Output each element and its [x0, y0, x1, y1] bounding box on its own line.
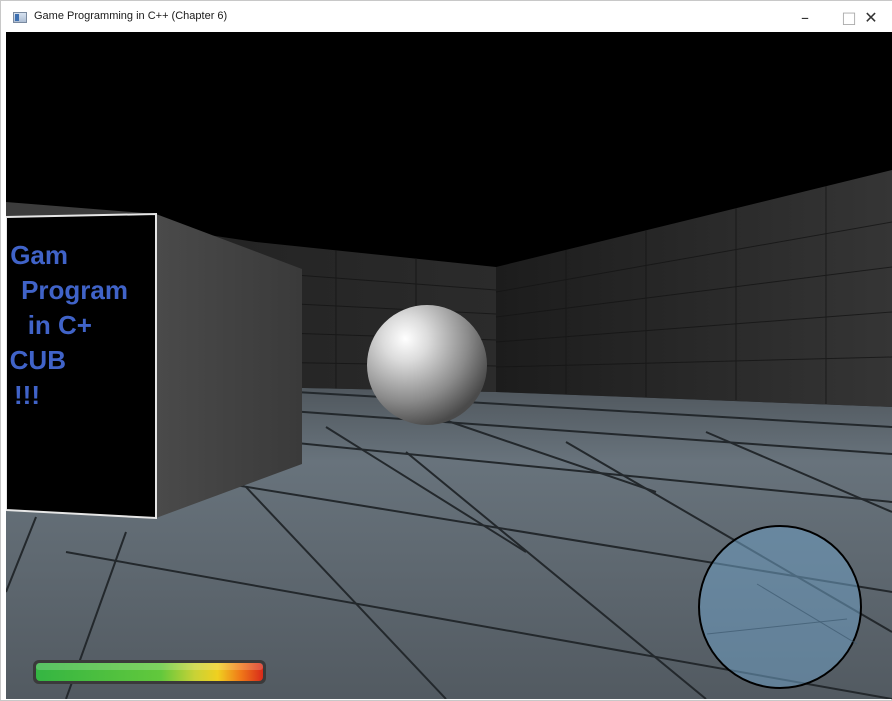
health-bar: [33, 660, 266, 684]
app-icon: [13, 12, 27, 23]
cube-label-line-3: in C+: [28, 310, 92, 340]
cube-label-line-2: Program: [21, 275, 128, 305]
close-button[interactable]: ✕: [849, 1, 892, 33]
minimize-icon: –: [801, 7, 809, 27]
radar: [697, 524, 863, 690]
window-title: Game Programming in C++ (Chapter 6): [34, 10, 228, 22]
cube-label-line-4: CUB: [10, 345, 66, 375]
right-wall: [496, 170, 892, 407]
sphere: [367, 305, 487, 425]
game-viewport[interactable]: Gam Program in C+ CUB !!!: [6, 32, 892, 699]
cube-label-line-1: Gam: [10, 240, 68, 270]
cube-label-line-5: !!!: [14, 380, 40, 410]
minimize-button[interactable]: –: [783, 1, 827, 33]
title-bar[interactable]: Game Programming in C++ (Chapter 6) – □ …: [1, 1, 892, 33]
close-icon: ✕: [864, 7, 878, 27]
